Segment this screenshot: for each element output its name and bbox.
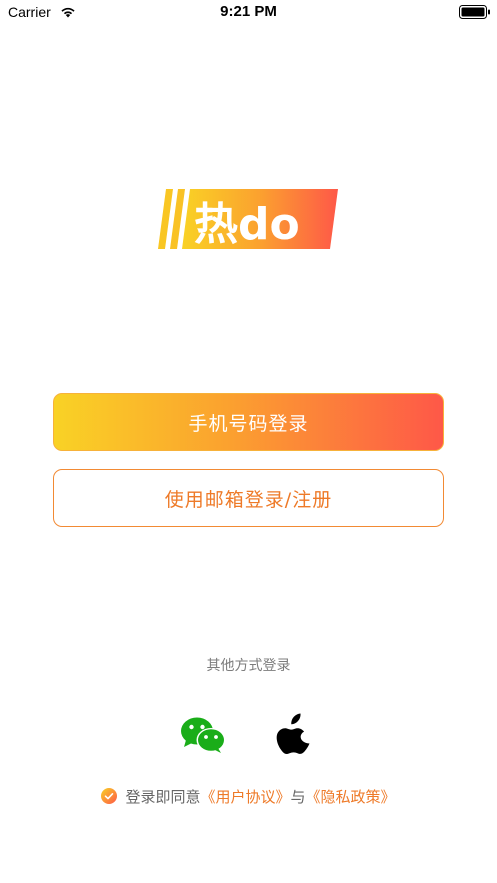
agreement-conjunction: 与 (290, 787, 306, 806)
wechat-icon[interactable] (180, 716, 226, 754)
apple-icon[interactable] (276, 713, 312, 755)
other-login-label: 其他方式登录 (206, 658, 291, 674)
app-logo: 热do (158, 189, 338, 250)
phone-login-button[interactable]: 手机号码登录 (53, 393, 444, 451)
user-agreement-link[interactable]: 《用户协议》 (200, 786, 290, 807)
agreement-checkbox-icon[interactable] (101, 788, 118, 804)
status-time: 9:21 PM (220, 3, 277, 20)
agreement-row: 登录即同意 《用户协议》 与 《隐私政策》 (0, 785, 497, 807)
agreement-prefix: 登录即同意 (125, 787, 201, 806)
privacy-policy-link[interactable]: 《隐私政策》 (306, 786, 396, 807)
battery-icon (459, 5, 490, 19)
email-login-button[interactable]: 使用邮箱登录/注册 (53, 469, 444, 527)
status-bar: Carrier 9:21 PM (0, 0, 497, 26)
logo-text: 热do (194, 199, 300, 250)
